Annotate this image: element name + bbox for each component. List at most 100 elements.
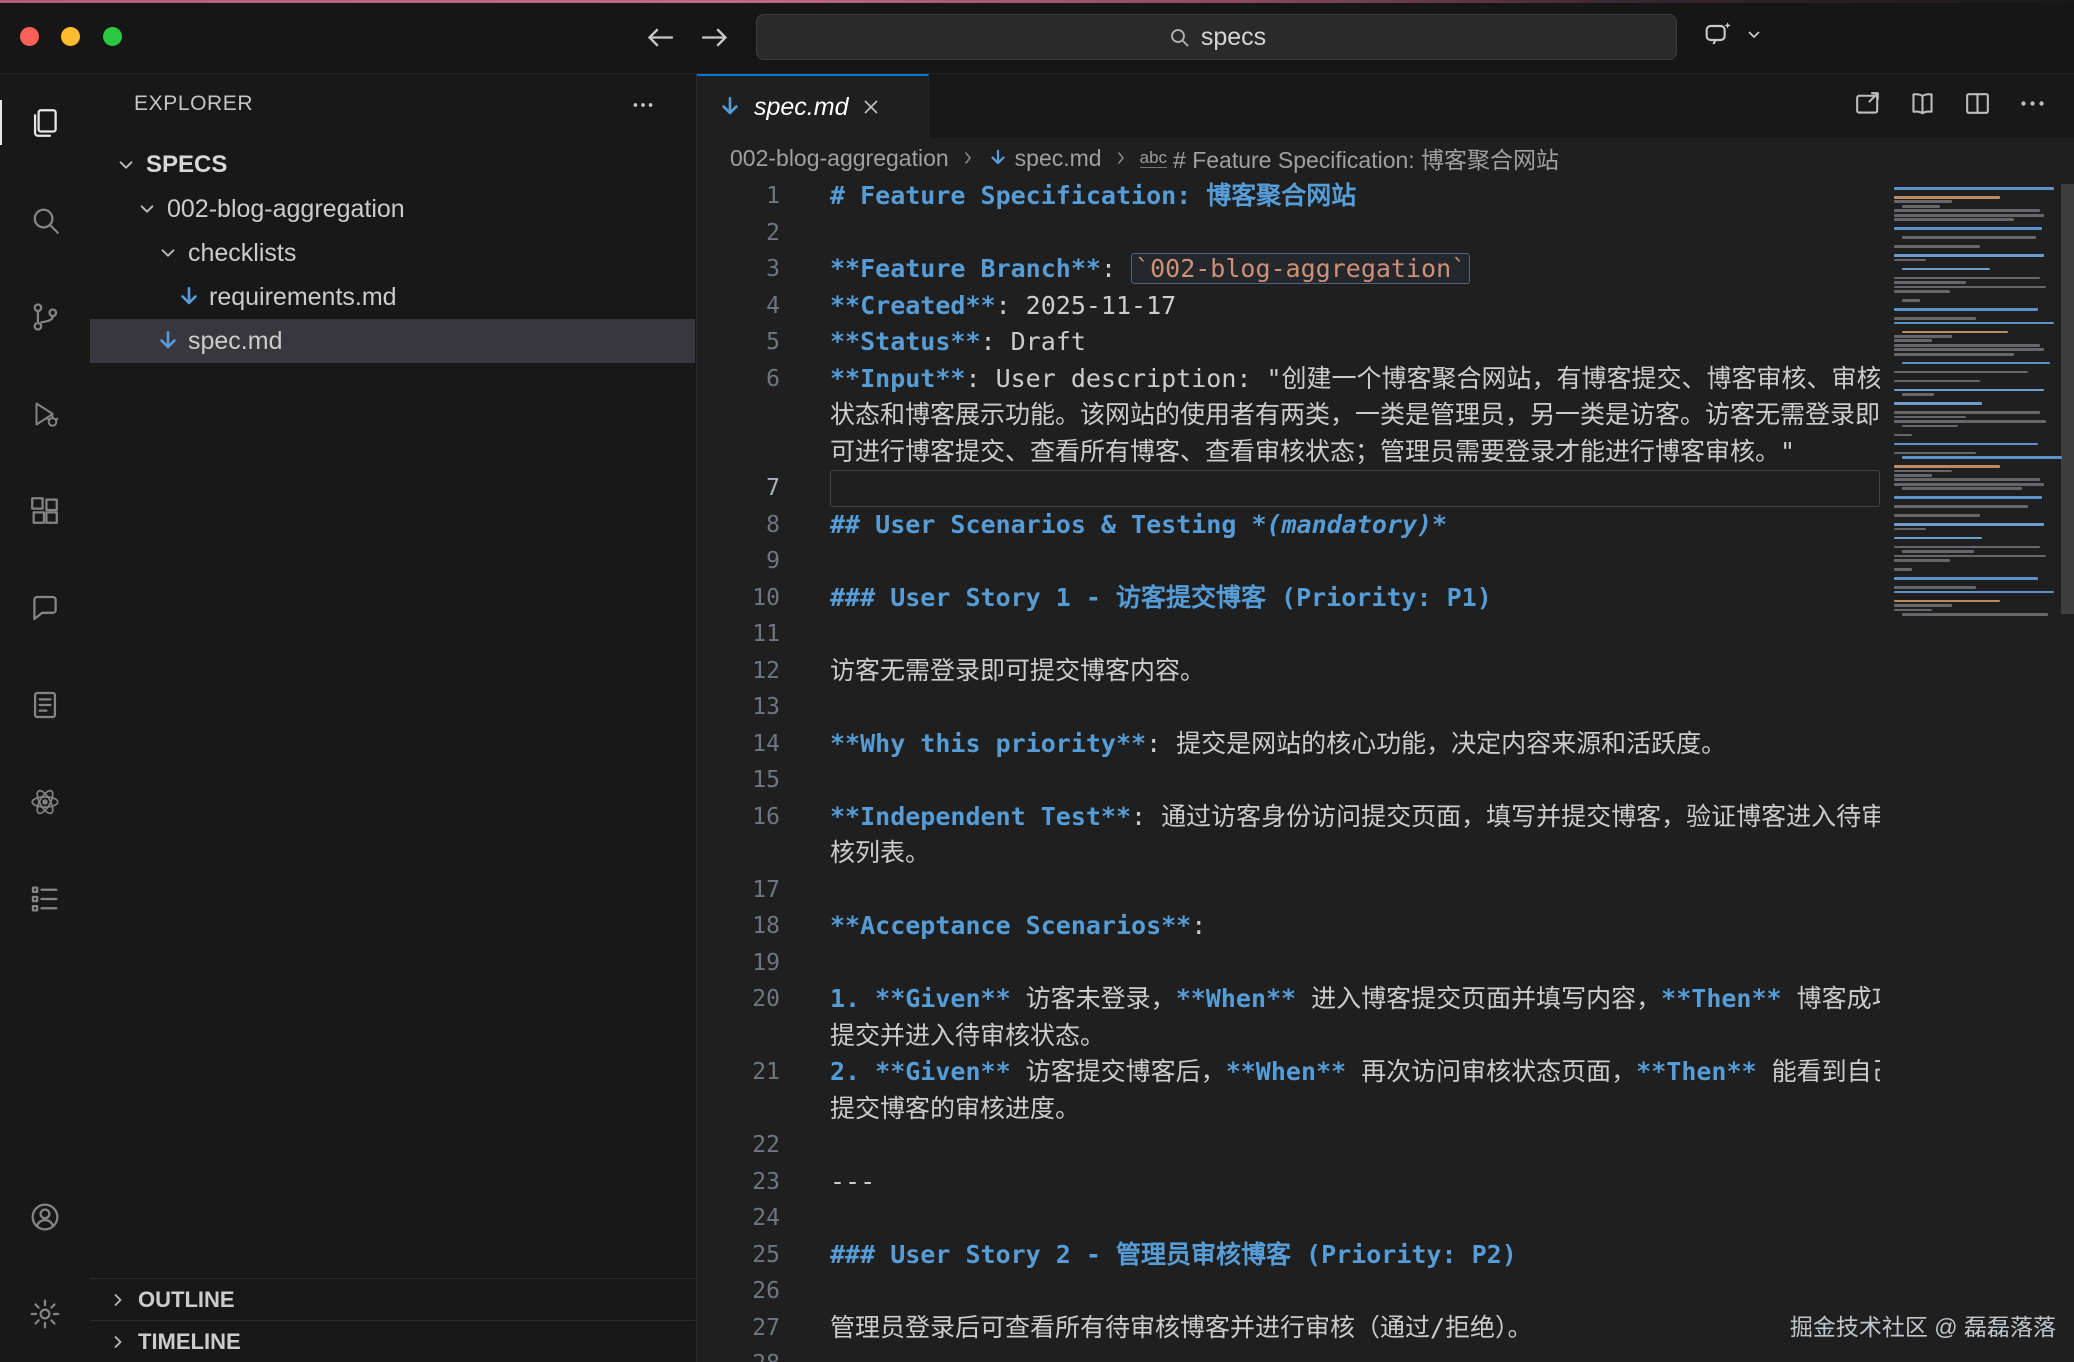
line-content[interactable]: **Input**: User description: "创建一个博客聚合网站… <box>830 361 1880 398</box>
line-content[interactable] <box>830 872 1880 909</box>
line-content[interactable]: 提交并进入待审核状态。 <box>830 1018 1880 1055</box>
activity-item-search[interactable] <box>0 171 90 268</box>
line-content[interactable]: **Acceptance Scenarios**: <box>830 908 1880 945</box>
activity-item-account[interactable] <box>0 1168 90 1265</box>
split-editor-button[interactable] <box>1962 88 1993 124</box>
navigate-forward-button[interactable] <box>696 19 732 55</box>
breadcrumb-item-1[interactable]: spec.md <box>987 145 1102 172</box>
activity-item-outline-list[interactable] <box>0 850 90 947</box>
activity-item-extensions[interactable] <box>0 462 90 559</box>
line-content[interactable]: 2. **Given** 访客提交博客后，**When** 再次访问审核状态页面… <box>830 1054 1880 1091</box>
editor-line-19[interactable]: 19 <box>697 945 1880 982</box>
editor-line-14[interactable]: 14**Why this priority**: 提交是网站的核心功能，决定内容… <box>697 726 1880 763</box>
line-content[interactable]: **Status**: Draft <box>830 324 1880 361</box>
line-content[interactable] <box>830 470 1880 507</box>
line-content[interactable] <box>830 1346 1880 1362</box>
line-content[interactable] <box>830 762 1880 799</box>
editor-line-26[interactable]: 26 <box>697 1273 1880 1310</box>
more-actions-button[interactable] <box>2017 88 2048 124</box>
line-content[interactable]: ### User Story 2 - 管理员审核博客 (Priority: P2… <box>830 1237 1880 1274</box>
editor-line-12[interactable]: 12访客无需登录即可提交博客内容。 <box>697 653 1880 690</box>
tree-folder-checklists[interactable]: checklists <box>90 231 695 275</box>
editor-line-24[interactable]: 24 <box>697 1200 1880 1237</box>
line-content[interactable]: **Why this priority**: 提交是网站的核心功能，决定内容来源… <box>830 726 1880 763</box>
breadcrumb-item-0[interactable]: 002-blog-aggregation <box>730 145 949 172</box>
editor-line-8[interactable]: 8## User Scenarios & Testing *(mandatory… <box>697 507 1880 544</box>
editor-line-16[interactable]: 16**Independent Test**: 通过访客身份访问提交页面，填写并… <box>697 799 1880 836</box>
line-content[interactable]: # Feature Specification: 博客聚合网站 <box>830 178 1880 215</box>
line-content[interactable]: **Independent Test**: 通过访客身份访问提交页面，填写并提交… <box>830 799 1880 836</box>
explorer-more-actions-button[interactable] <box>630 92 656 118</box>
editor-line-wrap[interactable]: 核列表。 <box>697 835 1880 872</box>
line-content[interactable]: 状态和博客展示功能。该网站的使用者有两类，一类是管理员，另一类是访客。访客无需登… <box>830 397 1880 434</box>
close-window-button[interactable] <box>20 27 39 46</box>
line-content[interactable] <box>830 215 1880 252</box>
editor-line-28[interactable]: 28 <box>697 1346 1880 1362</box>
minimize-window-button[interactable] <box>61 27 80 46</box>
editor-line-5[interactable]: 5**Status**: Draft <box>697 324 1880 361</box>
tree-file-requirements-md[interactable]: requirements.md <box>90 275 695 319</box>
editor-lines[interactable]: 1# Feature Specification: 博客聚合网站23**Feat… <box>697 178 1880 1362</box>
editor-line-17[interactable]: 17 <box>697 872 1880 909</box>
line-content[interactable] <box>830 1200 1880 1237</box>
line-content[interactable] <box>830 689 1880 726</box>
editor-line-20[interactable]: 201. **Given** 访客未登录，**When** 进入博客提交页面并填… <box>697 981 1880 1018</box>
editor-line-11[interactable]: 11 <box>697 616 1880 653</box>
editor-line-1[interactable]: 1# Feature Specification: 博客聚合网站 <box>697 178 1880 215</box>
editor-line-2[interactable]: 2 <box>697 215 1880 252</box>
editor-line-18[interactable]: 18**Acceptance Scenarios**: <box>697 908 1880 945</box>
line-content[interactable]: 提交博客的审核进度。 <box>830 1091 1880 1128</box>
editor-line-4[interactable]: 4**Created**: 2025-11-17 <box>697 288 1880 325</box>
tree-folder-SPECS[interactable]: SPECS <box>90 143 695 187</box>
breadcrumb-item-2[interactable]: abc# Feature Specification: 博客聚合网站 <box>1140 141 1559 175</box>
line-content[interactable]: 可进行博客提交、查看所有博客、查看审核状态；管理员需要登录才能进行博客审核。" <box>830 434 1880 471</box>
editor-line-wrap[interactable]: 状态和博客展示功能。该网站的使用者有两类，一类是管理员，另一类是访客。访客无需登… <box>697 397 1880 434</box>
editor-line-15[interactable]: 15 <box>697 762 1880 799</box>
activity-item-explorer[interactable] <box>0 74 90 171</box>
editor-line-wrap[interactable]: 可进行博客提交、查看所有博客、查看审核状态；管理员需要登录才能进行博客审核。" <box>697 434 1880 471</box>
line-content[interactable]: 1. **Given** 访客未登录，**When** 进入博客提交页面并填写内… <box>830 981 1880 1018</box>
tree-folder-002-blog-aggregation[interactable]: 002-blog-aggregation <box>90 187 695 231</box>
line-content[interactable]: **Feature Branch**: `002-blog-aggregatio… <box>830 251 1880 288</box>
open-preview-side-button[interactable] <box>1852 88 1883 124</box>
editor-line-6[interactable]: 6**Input**: User description: "创建一个博客聚合网… <box>697 361 1880 398</box>
zoom-window-button[interactable] <box>103 27 122 46</box>
activity-item-chat[interactable] <box>0 559 90 656</box>
line-content[interactable]: --- <box>830 1164 1880 1201</box>
editor-pane[interactable]: 1# Feature Specification: 博客聚合网站23**Feat… <box>697 178 2074 1362</box>
editor-line-wrap[interactable]: 提交博客的审核进度。 <box>697 1091 1880 1128</box>
copilot-button[interactable] <box>1702 18 1734 50</box>
line-content[interactable]: **Created**: 2025-11-17 <box>830 288 1880 325</box>
line-content[interactable]: 管理员登录后可查看所有待审核博客并进行审核（通过/拒绝）。 <box>830 1310 1880 1347</box>
copilot-menu-button[interactable] <box>1742 22 1766 46</box>
tab-spec-md[interactable]: spec.md <box>697 74 929 138</box>
editor-line-21[interactable]: 212. **Given** 访客提交博客后，**When** 再次访问审核状态… <box>697 1054 1880 1091</box>
section-timeline[interactable]: TIMELINE <box>90 1320 695 1362</box>
line-content[interactable] <box>830 616 1880 653</box>
activity-item-settings[interactable] <box>0 1265 90 1362</box>
activity-item-atom[interactable] <box>0 753 90 850</box>
editor-line-3[interactable]: 3**Feature Branch**: `002-blog-aggregati… <box>697 251 1880 288</box>
editor-line-9[interactable]: 9 <box>697 543 1880 580</box>
line-content[interactable] <box>830 543 1880 580</box>
activity-item-run-debug[interactable] <box>0 365 90 462</box>
line-content[interactable] <box>830 1127 1880 1164</box>
line-content[interactable]: ### User Story 1 - 访客提交博客 (Priority: P1) <box>830 580 1880 617</box>
editor-line-10[interactable]: 10### User Story 1 - 访客提交博客 (Priority: P… <box>697 580 1880 617</box>
activity-item-source-control[interactable] <box>0 268 90 365</box>
editor-line-22[interactable]: 22 <box>697 1127 1880 1164</box>
navigate-back-button[interactable] <box>642 19 678 55</box>
editor-line-7[interactable]: 7 <box>697 470 1880 507</box>
editor-line-25[interactable]: 25### User Story 2 - 管理员审核博客 (Priority: … <box>697 1237 1880 1274</box>
editor-line-23[interactable]: 23--- <box>697 1164 1880 1201</box>
minimap[interactable] <box>1894 187 2060 618</box>
command-center-search[interactable]: specs <box>756 14 1677 60</box>
tree-file-spec-md[interactable]: spec.md <box>90 319 695 363</box>
editor-line-wrap[interactable]: 提交并进入待审核状态。 <box>697 1018 1880 1055</box>
line-content[interactable] <box>830 1273 1880 1310</box>
editor-line-27[interactable]: 27管理员登录后可查看所有待审核博客并进行审核（通过/拒绝）。 <box>697 1310 1880 1347</box>
scrollbar-thumb[interactable] <box>2061 184 2074 614</box>
editor-line-13[interactable]: 13 <box>697 689 1880 726</box>
close-tab-button[interactable] <box>859 95 883 119</box>
line-content[interactable] <box>830 945 1880 982</box>
